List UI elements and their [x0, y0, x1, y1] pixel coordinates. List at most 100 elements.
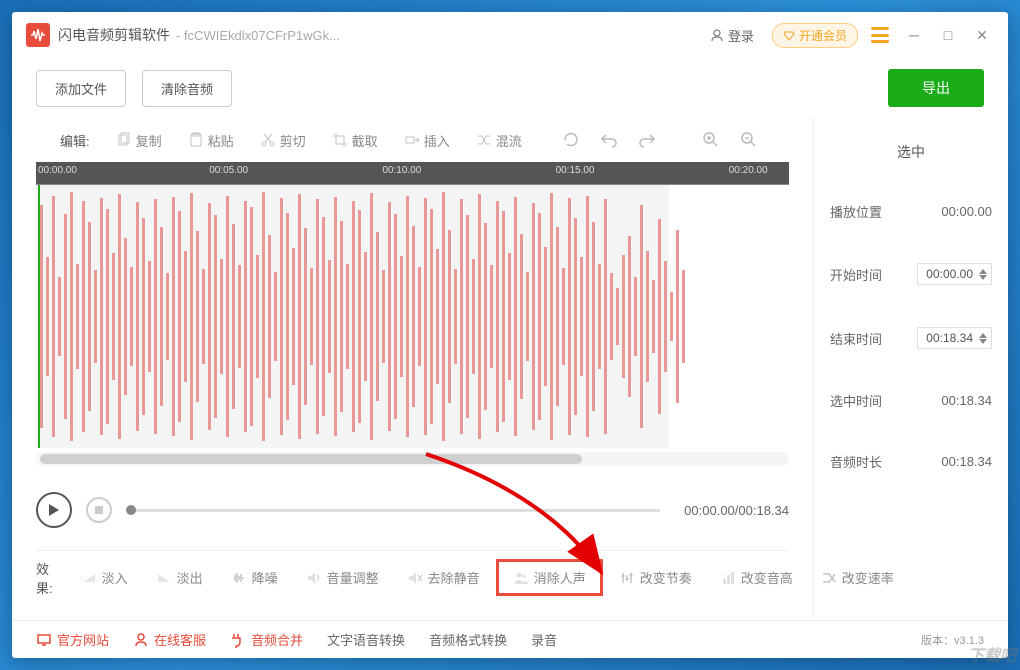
zoom-in-button[interactable] [695, 124, 727, 156]
menu-icon[interactable] [868, 27, 892, 43]
playback-position-label: 播放位置 [830, 202, 882, 221]
crop-icon [332, 132, 348, 148]
mute-icon [407, 570, 423, 586]
plug-icon [230, 632, 246, 648]
speed-icon [821, 570, 837, 586]
app-filename: - fcCWIEkdlx07CFrP1wGk... [176, 28, 340, 43]
pitch-button[interactable]: 改变音高 [708, 562, 805, 593]
refresh-button[interactable] [555, 124, 587, 156]
export-button[interactable]: 导出 [888, 69, 984, 107]
maximize-button[interactable]: □ [936, 23, 960, 47]
sidebar-header: 选中 [830, 138, 992, 162]
spinner-down[interactable] [979, 275, 987, 280]
progress-handle[interactable] [126, 505, 136, 515]
login-button[interactable]: 登录 [702, 22, 762, 49]
user-icon [710, 28, 724, 42]
topbar: 添加文件 清除音频 导出 [12, 58, 1008, 118]
playback-position-row: 播放位置 00:00.00 [830, 202, 992, 221]
start-time-row: 开始时间 00:00.00 [830, 263, 992, 285]
ruler-tick: 00:20.00 [729, 165, 768, 176]
horizontal-scrollbar[interactable] [36, 452, 789, 466]
people-icon [513, 570, 529, 586]
paste-button[interactable]: 粘贴 [178, 127, 244, 154]
tempo-button[interactable]: 改变节奏 [607, 562, 704, 593]
pitch-icon [720, 570, 736, 586]
mix-button[interactable]: 混流 [466, 127, 532, 154]
silence-button[interactable]: 去除静音 [395, 562, 492, 593]
toolbar-label: 编辑: [60, 131, 90, 150]
redo-button[interactable] [631, 124, 663, 156]
ruler-tick: 00:10.00 [382, 165, 421, 176]
vip-button[interactable]: 开通会员 [772, 23, 858, 48]
scrollbar-thumb[interactable] [40, 454, 582, 464]
spinner-down[interactable] [979, 339, 987, 344]
tempo-icon [619, 570, 635, 586]
waveform-bars [36, 185, 789, 448]
login-label: 登录 [728, 26, 754, 45]
paste-icon [188, 132, 204, 148]
copy-button[interactable]: 复制 [106, 127, 172, 154]
selection-time-row: 选中时间 00:18.34 [830, 391, 992, 410]
start-time-input[interactable]: 00:00.00 [917, 263, 992, 285]
effects-bar: 效果: 淡入 淡出 降噪 音量调整 去除静音 消除人声 改变节奏 改变音高 改变… [36, 550, 789, 604]
playhead[interactable] [38, 185, 40, 448]
website-link[interactable]: 官方网站 [36, 630, 109, 649]
app-icon [26, 23, 50, 47]
denoise-icon [231, 570, 247, 586]
sidebar: 选中 播放位置 00:00.00 开始时间 00:00.00 结束时间 00:1… [813, 118, 1008, 620]
fadeout-button[interactable]: 淡出 [144, 562, 215, 593]
effects-label: 效果: [36, 559, 53, 597]
ruler-tick: 00:05.00 [209, 165, 248, 176]
ruler-tick: 00:15.00 [556, 165, 595, 176]
duration-label: 音频时长 [830, 452, 882, 471]
crop-button[interactable]: 截取 [322, 127, 388, 154]
app-title: 闪电音频剪辑软件 [58, 25, 170, 45]
support-link[interactable]: 在线客服 [133, 630, 206, 649]
fadein-button[interactable]: 淡入 [69, 562, 140, 593]
spinner-up[interactable] [979, 269, 987, 274]
diamond-icon [783, 29, 795, 41]
add-file-button[interactable]: 添加文件 [36, 70, 126, 107]
spinner-up[interactable] [979, 333, 987, 338]
time-display: 00:00.00/00:18.34 [674, 503, 789, 518]
ruler-tick: 00:00.00 [38, 165, 77, 176]
mix-icon [476, 132, 492, 148]
scissors-icon [260, 132, 276, 148]
volume-icon [306, 570, 322, 586]
duration-row: 音频时长 00:18.34 [830, 452, 992, 471]
progress-bar[interactable] [126, 509, 660, 512]
tts-link[interactable]: 文字语音转换 [327, 630, 405, 649]
clear-audio-button[interactable]: 清除音频 [142, 70, 232, 107]
denoise-button[interactable]: 降噪 [219, 562, 290, 593]
vocal-remove-button[interactable]: 消除人声 [496, 559, 603, 596]
convert-link[interactable]: 音频格式转换 [429, 630, 507, 649]
footer: 官方网站 在线客服 音频合并 文字语音转换 音频格式转换 录音 版本：v3.1.… [12, 620, 1008, 658]
waveform[interactable] [36, 184, 789, 448]
zoom-out-button[interactable] [733, 124, 765, 156]
stop-icon [95, 506, 103, 514]
monitor-icon [36, 632, 52, 648]
undo-button[interactable] [593, 124, 625, 156]
timeline-ruler[interactable]: 00:00.00 00:05.00 00:10.00 00:15.00 00:2… [36, 162, 789, 184]
insert-icon [404, 132, 420, 148]
play-icon [48, 503, 60, 517]
headset-icon [133, 632, 149, 648]
vip-label: 开通会员 [799, 27, 847, 44]
selection-time-value: 00:18.34 [941, 393, 992, 408]
start-time-label: 开始时间 [830, 265, 882, 284]
close-button[interactable]: ✕ [970, 23, 994, 47]
minimize-button[interactable]: ─ [902, 23, 926, 47]
watermark: 下载吧 [968, 642, 1016, 666]
copy-icon [116, 132, 132, 148]
end-time-row: 结束时间 00:18.34 [830, 327, 992, 349]
play-button[interactable] [36, 492, 72, 528]
insert-button[interactable]: 插入 [394, 127, 460, 154]
end-time-input[interactable]: 00:18.34 [917, 327, 992, 349]
record-link[interactable]: 录音 [531, 630, 557, 649]
stop-button[interactable] [86, 497, 112, 523]
cut-button[interactable]: 剪切 [250, 127, 316, 154]
volume-button[interactable]: 音量调整 [294, 562, 391, 593]
merge-link[interactable]: 音频合并 [230, 630, 303, 649]
player-controls: 00:00.00/00:18.34 [36, 482, 789, 538]
fadein-icon [81, 570, 97, 586]
